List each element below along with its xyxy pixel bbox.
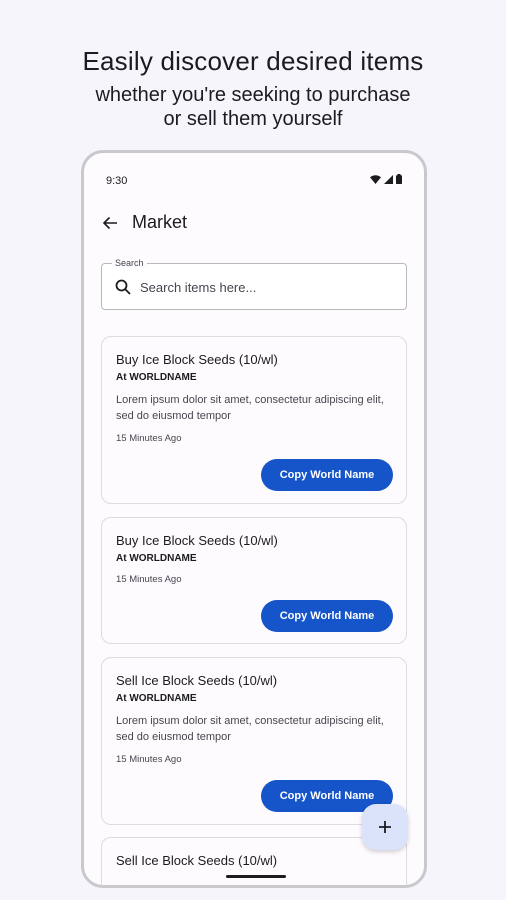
listing-title: Buy Ice Block Seeds (10/wl) [116,533,278,548]
listing-card: Sell Ice Block Seeds (10/wl) At WORLDNAM… [101,657,407,825]
status-icons [370,174,402,184]
promo-subline-line-2: or sell them yourself [163,108,343,130]
listing-title: Buy Ice Block Seeds (10/wl) [116,352,278,367]
wifi-icon [370,174,381,184]
app-bar: Market [84,203,424,247]
add-icon [379,821,391,833]
page-title: Market [132,212,188,232]
status-time: 9:30 [106,175,128,187]
promo-subline: whether you're seeking to purchase or se… [0,83,506,131]
copy-world-name-button[interactable]: Copy World Name [261,459,393,491]
battery-icon [396,174,402,184]
listing-world: At WORLDNAME [116,693,197,704]
listing-card: Buy Ice Block Seeds (10/wl) At WORLDNAME… [101,336,407,504]
signal-icon [384,174,393,184]
listing-time: 15 Minutes Ago [116,574,182,585]
back-button[interactable] [98,211,122,235]
status-bar: 9:30 [84,153,424,193]
promo-headline: Easily discover desired items [82,46,424,76]
listing-description: Lorem ipsum dolor sit amet, consectetur … [116,715,384,743]
promo-subline-line-1: whether you're seeking to purchase [95,84,411,106]
search-icon [115,279,131,295]
phone-frame: 9:30 Market Search Buy Ice Block Seeds (… [81,150,427,888]
listing-title: Sell Ice Block Seeds (10/wl) [116,853,278,868]
search-input[interactable] [140,275,390,299]
search-field[interactable]: Search [101,258,407,310]
listing-world: At WORLDNAME [116,553,197,564]
add-listing-fab[interactable] [362,804,408,850]
listing-title: Sell Ice Block Seeds (10/wl) [116,673,278,688]
gesture-nav-handle[interactable] [226,875,286,878]
copy-world-name-button[interactable]: Copy World Name [261,600,393,632]
listing-card: Sell Ice Block Seeds (10/wl) [101,837,407,885]
listing-time: 15 Minutes Ago [116,433,182,444]
listing-card: Buy Ice Block Seeds (10/wl) At WORLDNAME… [101,517,407,644]
listing-world: At WORLDNAME [116,372,197,383]
listing-time: 15 Minutes Ago [116,754,182,765]
listing-description: Lorem ipsum dolor sit amet, consectetur … [116,394,384,422]
search-label: Search [112,258,147,268]
arrow-back-icon [102,216,117,230]
